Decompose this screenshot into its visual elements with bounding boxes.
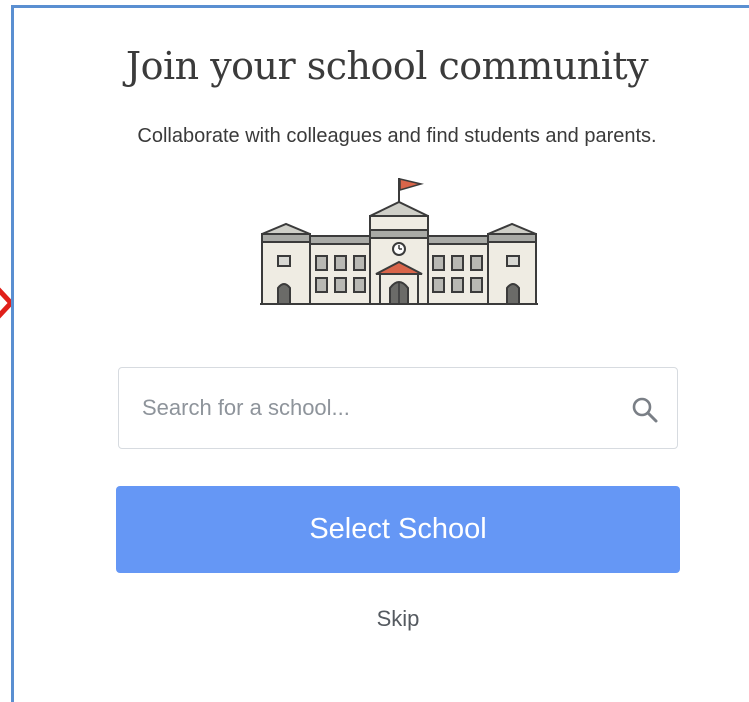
select-school-button[interactable]: Select School [116,486,680,573]
join-school-dialog: Join your school community Collaborate w… [11,5,749,702]
school-search-input[interactable] [142,395,612,421]
page-subtitle: Collaborate with colleagues and find stu… [137,125,657,147]
school-search-box[interactable] [118,367,678,449]
school-building-icon [260,178,538,305]
skip-link[interactable]: Skip [348,606,448,632]
search-icon[interactable] [631,396,659,424]
page-title: Join your school community [125,44,649,88]
